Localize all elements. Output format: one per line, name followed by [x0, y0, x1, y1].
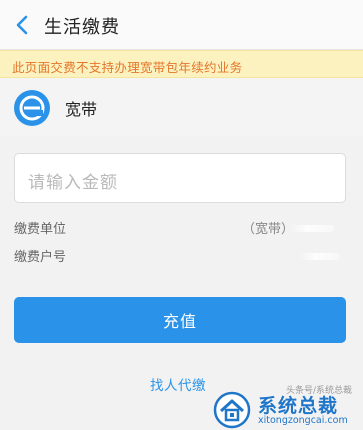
top-bar: 生活缴费 [0, 0, 363, 50]
amount-input[interactable]: 请输入金额 [14, 153, 346, 203]
page: 生活缴费 此页面交费不支持办理宽带包年续约业务 宽带 请输入金额 缴费单位 （宽… [0, 0, 363, 430]
blurred-account-number [300, 253, 340, 260]
service-row: 宽带 [0, 78, 363, 136]
account-number-label: 缴费户号 [14, 250, 67, 265]
find-payer-link[interactable]: 找人代缴 [150, 374, 206, 394]
back-button[interactable] [6, 8, 38, 42]
house-logo-icon [213, 391, 251, 429]
recharge-button[interactable]: 充值 [14, 297, 346, 343]
payment-unit-value: （宽带） [242, 222, 295, 237]
recharge-button-label: 充值 [162, 312, 197, 331]
watermark-title: 系统总裁 [258, 395, 339, 417]
amount-placeholder: 请输入金额 [28, 173, 118, 193]
page-title: 生活缴费 [44, 17, 120, 38]
blurred-unit-detail [290, 225, 334, 232]
notice-text: 此页面交费不支持办理宽带包年续约业务 [12, 60, 243, 75]
watermark-site: xitongzongcai.com [258, 415, 348, 426]
broadband-e-icon [14, 90, 50, 126]
chevron-left-icon [16, 15, 28, 35]
payment-unit-label: 缴费单位 [14, 222, 67, 237]
notice-banner: 此页面交费不支持办理宽带包年续约业务 [0, 50, 363, 78]
service-name: 宽带 [65, 100, 98, 119]
